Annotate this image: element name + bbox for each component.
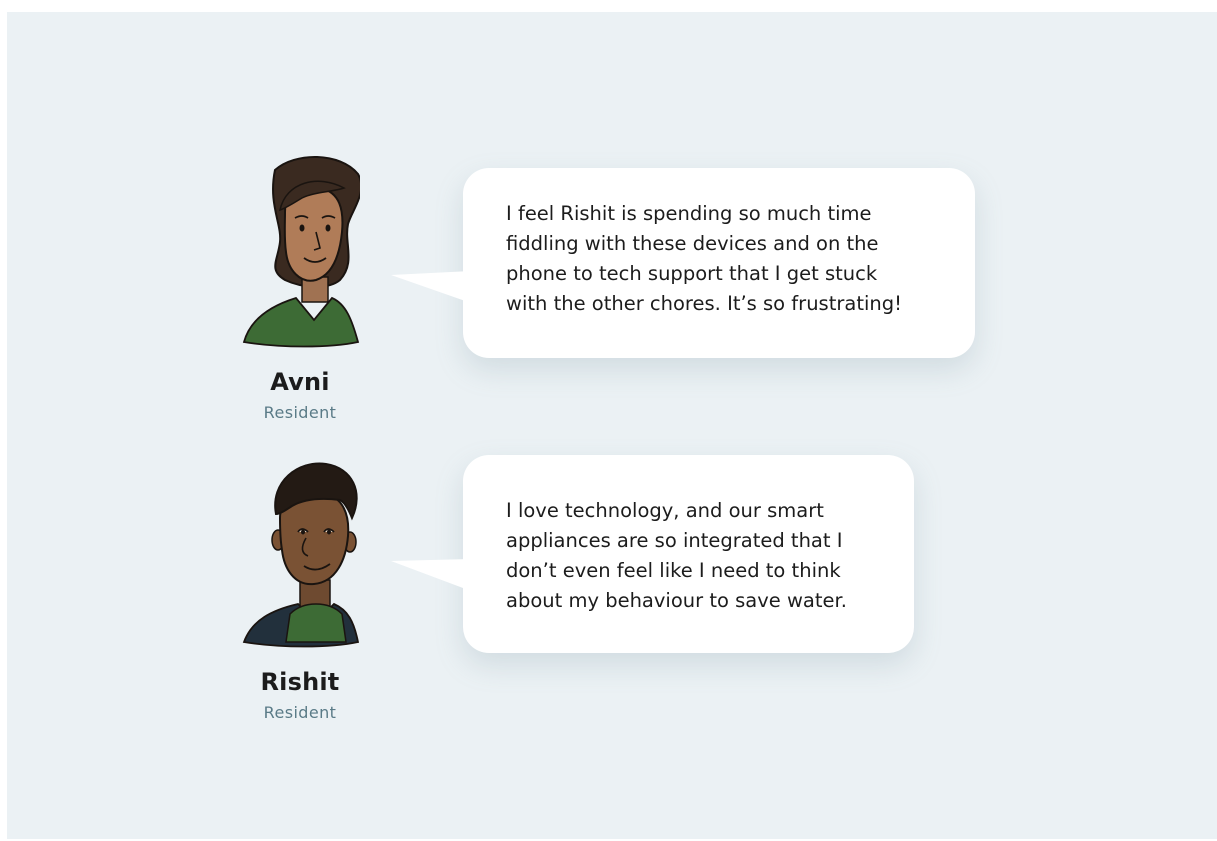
bubble-tail (391, 271, 471, 303)
bubble-tail (391, 559, 471, 591)
persona-name: Rishit (260, 668, 340, 696)
quote-bubble-avni: I feel Rishit is spending so much time f… (463, 168, 975, 358)
persona-role: Resident (263, 703, 337, 722)
persona-role: Resident (263, 403, 337, 422)
persona-quotes-panel: Avni Resident I feel Rishit is spending … (7, 12, 1217, 839)
man-avatar-icon (242, 462, 360, 648)
quote-text: I feel Rishit is spending so much time f… (506, 202, 902, 315)
woman-avatar-icon (242, 155, 360, 348)
persona-avni: Avni Resident (200, 152, 400, 442)
quote-text: I love technology, and our smart applian… (506, 499, 847, 612)
quote-bubble-rishit: I love technology, and our smart applian… (463, 455, 914, 653)
persona-name: Avni (270, 368, 330, 396)
persona-rishit: Rishit Resident (200, 452, 400, 742)
